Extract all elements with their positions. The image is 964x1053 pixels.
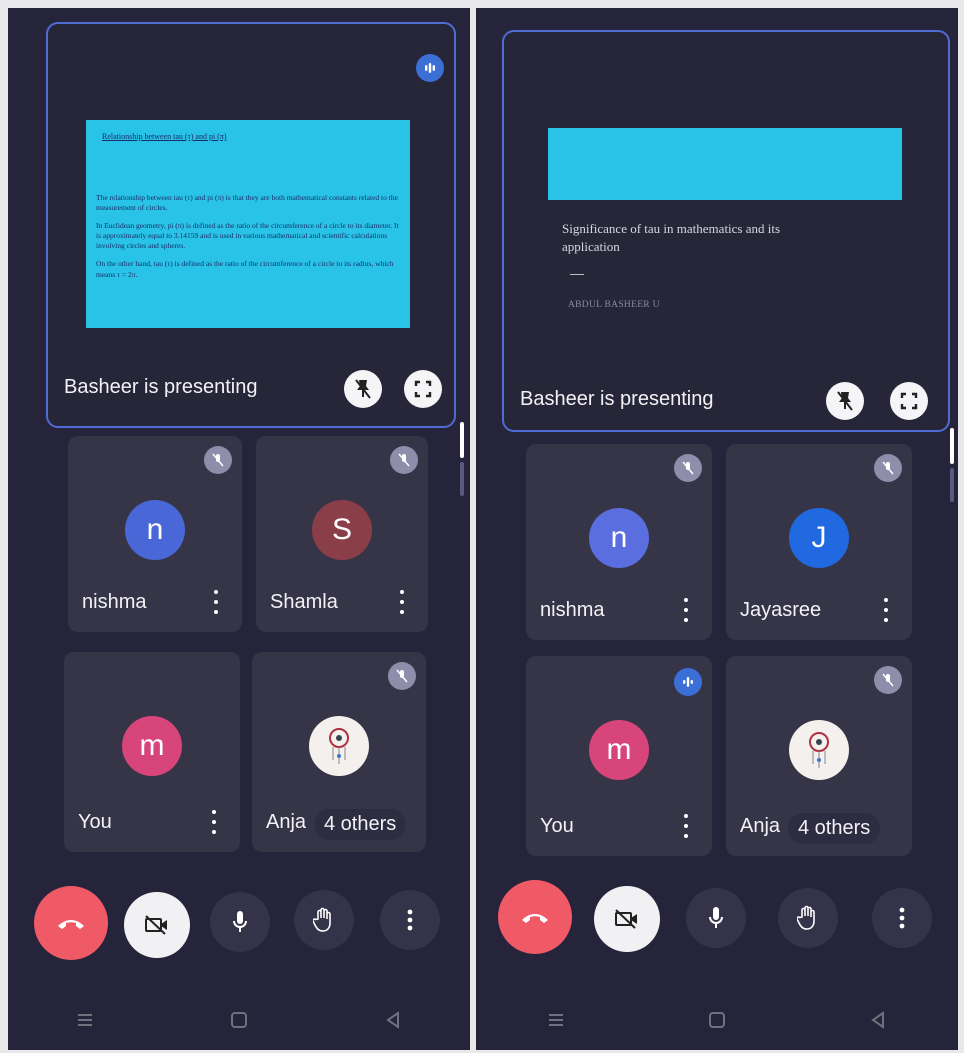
home-icon[interactable] xyxy=(229,1010,249,1030)
participant-tile[interactable]: n nishma xyxy=(526,444,712,640)
slide-paragraph: The relationship between tau (τ) and pi … xyxy=(96,192,398,212)
avatar: J xyxy=(789,508,849,568)
audio-wave-icon xyxy=(674,668,702,696)
mic-off-icon xyxy=(388,662,416,690)
unpin-button[interactable] xyxy=(826,382,864,420)
shared-slide: Relationship between tau (τ) and pi (π) … xyxy=(86,120,410,328)
mic-off-icon xyxy=(674,454,702,482)
slide-title-bar xyxy=(548,128,902,200)
fullscreen-icon xyxy=(900,392,918,410)
scrollbar-thumb[interactable] xyxy=(950,428,954,464)
more-vertical-icon xyxy=(899,907,905,929)
participant-name: Jayasree xyxy=(740,599,822,621)
more-options-button[interactable] xyxy=(872,888,932,948)
slide-subtitle: Significance of tau in mathematics and i… xyxy=(562,221,781,255)
end-call-button[interactable] xyxy=(498,880,572,954)
avatar: m xyxy=(122,716,182,776)
system-nav-bar xyxy=(8,990,470,1050)
participant-name: nishma xyxy=(540,599,605,621)
raise-hand-icon xyxy=(797,905,815,930)
more-options-icon[interactable] xyxy=(210,810,218,834)
participant-tile[interactable]: S Shamla xyxy=(256,436,428,632)
slide-paragraph: In Euclidean geometry, pi (π) is defined… xyxy=(96,221,399,251)
participant-tile[interactable]: n nishma xyxy=(68,436,242,632)
slide-author: ABDUL BASHEER U xyxy=(568,300,660,310)
mic-off-icon xyxy=(874,666,902,694)
recents-icon[interactable] xyxy=(546,1010,566,1030)
scrollbar-track[interactable] xyxy=(460,462,464,496)
avatar: S xyxy=(312,500,372,560)
camera-off-button[interactable] xyxy=(124,892,190,958)
raise-hand-button[interactable] xyxy=(294,890,354,950)
participant-tile[interactable]: J Jayasree xyxy=(726,444,912,640)
fullscreen-button[interactable] xyxy=(890,382,928,420)
mic-off-icon xyxy=(390,446,418,474)
presenting-label: Basheer is presenting xyxy=(64,376,258,398)
phone-hangup-icon xyxy=(522,914,548,923)
avatar: n xyxy=(589,508,649,568)
mic-off-icon xyxy=(204,446,232,474)
back-icon[interactable] xyxy=(868,1010,888,1030)
avatar: m xyxy=(589,720,649,780)
participant-tile[interactable]: m You xyxy=(526,656,712,856)
camera-off-button[interactable] xyxy=(594,886,660,952)
dreamcatcher-avatar xyxy=(789,720,849,780)
mic-off-icon xyxy=(874,454,902,482)
end-call-button[interactable] xyxy=(34,886,108,960)
participant-name: Shamla xyxy=(270,591,338,613)
presentation-card[interactable]: Significance of tau in mathematics and i… xyxy=(502,30,950,432)
others-count-pill[interactable]: 4 others xyxy=(314,809,407,840)
participant-name: You xyxy=(540,815,574,837)
dreamcatcher-avatar xyxy=(309,716,369,776)
presentation-card[interactable]: Relationship between tau (τ) and pi (π) … xyxy=(46,22,456,428)
raise-hand-icon xyxy=(313,907,331,932)
participant-tile[interactable]: Anja 4 others xyxy=(252,652,426,852)
microphone-icon xyxy=(709,907,723,928)
scrollbar-thumb[interactable] xyxy=(460,422,464,458)
recents-icon[interactable] xyxy=(75,1010,95,1030)
slide-paragraph: On the other hand, tau (τ) is defined as… xyxy=(96,259,394,279)
camera-off-icon xyxy=(145,915,167,935)
home-icon[interactable] xyxy=(707,1010,727,1030)
unpin-icon xyxy=(355,379,371,399)
fullscreen-icon xyxy=(414,380,432,398)
more-options-button[interactable] xyxy=(380,890,440,950)
participant-name: You xyxy=(78,811,112,833)
participant-name: Anja xyxy=(266,811,307,833)
more-options-icon[interactable] xyxy=(398,590,406,614)
presenting-label: Basheer is presenting xyxy=(520,388,714,410)
more-options-icon[interactable] xyxy=(682,814,690,838)
left-phone-screen: Relationship between tau (τ) and pi (π) … xyxy=(8,8,470,1050)
unpin-button[interactable] xyxy=(344,370,382,408)
fullscreen-button[interactable] xyxy=(404,370,442,408)
back-icon[interactable] xyxy=(383,1010,403,1030)
participant-tile[interactable]: m You xyxy=(64,652,240,852)
right-phone-screen: Significance of tau in mathematics and i… xyxy=(476,8,958,1050)
slide-divider xyxy=(570,274,584,275)
more-options-icon[interactable] xyxy=(212,590,220,614)
more-options-icon[interactable] xyxy=(682,598,690,622)
raise-hand-button[interactable] xyxy=(778,888,838,948)
more-vertical-icon xyxy=(407,909,413,931)
microphone-button[interactable] xyxy=(686,888,746,948)
slide-title: Relationship between tau (τ) and pi (π) xyxy=(102,132,227,141)
camera-off-icon xyxy=(615,909,637,929)
avatar: n xyxy=(125,500,185,560)
audio-wave-icon xyxy=(416,54,444,82)
others-count-pill[interactable]: 4 others xyxy=(788,813,881,844)
scrollbar-track[interactable] xyxy=(950,468,954,502)
microphone-button[interactable] xyxy=(210,892,270,952)
participant-name: Anja xyxy=(740,815,781,837)
microphone-icon xyxy=(233,911,247,932)
system-nav-bar xyxy=(476,990,958,1050)
more-options-icon[interactable] xyxy=(882,598,890,622)
participant-tile[interactable]: Anja 4 others xyxy=(726,656,912,856)
participant-name: nishma xyxy=(82,591,147,613)
phone-hangup-icon xyxy=(58,920,84,929)
unpin-icon xyxy=(837,391,853,411)
